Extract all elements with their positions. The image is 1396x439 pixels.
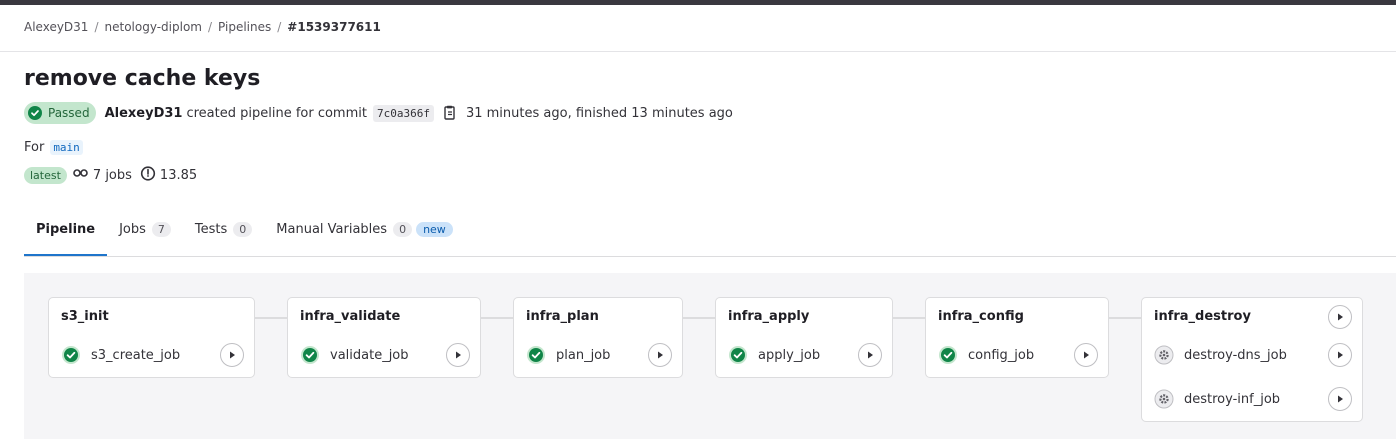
tab-label: Tests xyxy=(194,222,228,237)
duration-label: 13.85 xyxy=(159,167,198,183)
stage-connector xyxy=(255,317,287,319)
stage-infra-plan: infra_plan plan_job xyxy=(513,297,683,378)
play-icon[interactable] xyxy=(220,343,244,367)
pipeline-icon xyxy=(73,167,93,183)
status-success-icon xyxy=(300,345,320,365)
status-success-icon xyxy=(938,345,958,365)
jobs-count: 7 jobs xyxy=(73,167,132,183)
stage-title: infra_destroy xyxy=(1154,309,1251,324)
branch-link[interactable]: main xyxy=(50,139,83,155)
stage-title: infra_validate xyxy=(300,309,401,324)
breadcrumb-item-pipelines[interactable]: Pipelines xyxy=(218,20,271,34)
tab-label: Pipeline xyxy=(36,222,96,237)
job-name: plan_job xyxy=(556,347,611,363)
breadcrumb-separator: / xyxy=(277,20,282,34)
timer-icon xyxy=(140,165,160,185)
pipeline-timing: 31 minutes ago, finished 13 minutes ago xyxy=(465,105,733,121)
job-destroy-dns[interactable]: destroy-dns_job xyxy=(1154,342,1352,368)
breadcrumb-item-current[interactable]: #1539377611 xyxy=(287,20,381,34)
commit-sha[interactable]: 7c0a366f xyxy=(372,104,434,122)
created-text: created pipeline for commit xyxy=(186,105,367,121)
status-success-icon xyxy=(61,345,81,365)
job-s3-create[interactable]: s3_create_job xyxy=(61,342,244,368)
tab-manual-variables[interactable]: Manual Variables 0 new xyxy=(264,214,465,256)
tab-pipeline[interactable]: Pipeline xyxy=(24,214,108,256)
play-icon[interactable] xyxy=(1328,387,1352,411)
tab-count: 0 xyxy=(233,222,253,237)
stage-connector xyxy=(1109,317,1141,319)
stage-title: infra_apply xyxy=(728,309,810,324)
job-name: destroy-inf_job xyxy=(1184,391,1281,407)
for-label: For xyxy=(24,139,45,155)
stage-infra-destroy: infra_destroy destroy-dns_job destroy-in… xyxy=(1141,297,1363,422)
job-apply[interactable]: apply_job xyxy=(728,342,882,368)
top-bar xyxy=(0,0,1396,5)
play-icon[interactable] xyxy=(648,343,672,367)
stage-s3-init: s3_init s3_create_job xyxy=(48,297,255,378)
job-name: config_job xyxy=(968,347,1035,363)
pipeline-meta: Passed AlexeyD31 created pipeline for co… xyxy=(24,102,733,124)
job-plan[interactable]: plan_job xyxy=(526,342,672,368)
status-success-icon xyxy=(526,345,546,365)
job-name: s3_create_job xyxy=(91,347,181,363)
author-link[interactable]: AlexeyD31 xyxy=(105,106,183,121)
duration: 13.85 xyxy=(140,165,197,185)
copy-icon[interactable] xyxy=(442,105,456,121)
stage-infra-validate: infra_validate validate_job xyxy=(287,297,481,378)
status-manual-gear-icon xyxy=(1154,389,1174,409)
tabs-divider xyxy=(24,256,1396,257)
status-manual-gear-icon xyxy=(1154,345,1174,365)
status-badge[interactable]: Passed xyxy=(24,102,96,124)
breadcrumb: AlexeyD31 / netology-diplom / Pipelines / #153… xyxy=(24,20,381,34)
job-config[interactable]: config_job xyxy=(938,342,1098,368)
stage-title: infra_plan xyxy=(526,309,599,324)
stage-title: infra_config xyxy=(938,309,1024,324)
play-icon[interactable] xyxy=(1074,343,1098,367)
tab-label: Manual Variables xyxy=(276,222,388,237)
check-circle-icon xyxy=(28,106,42,120)
jobs-count-label: 7 jobs xyxy=(92,167,132,183)
breadcrumb-item-user[interactable]: AlexeyD31 xyxy=(24,20,88,34)
tab-label: Jobs xyxy=(119,222,146,237)
new-badge: new xyxy=(416,222,453,237)
job-name: validate_job xyxy=(330,347,409,363)
ref-row: For main xyxy=(24,138,83,156)
breadcrumb-item-project[interactable]: netology-diplom xyxy=(105,20,202,34)
job-validate[interactable]: validate_job xyxy=(300,342,470,368)
tab-jobs[interactable]: Jobs 7 xyxy=(107,214,183,256)
tab-count: 0 xyxy=(393,222,413,237)
latest-badge: latest xyxy=(24,166,67,184)
status-label: Passed xyxy=(48,106,90,120)
pipeline-tabs: Pipeline Jobs 7 Tests 0 Manual Variables… xyxy=(24,214,465,256)
play-icon[interactable] xyxy=(446,343,470,367)
stage-infra-apply: infra_apply apply_job xyxy=(715,297,893,378)
play-all-icon[interactable] xyxy=(1328,305,1352,329)
breadcrumb-separator: / xyxy=(94,20,99,34)
status-success-icon xyxy=(728,345,748,365)
stage-connector xyxy=(683,317,715,319)
stage-title: s3_init xyxy=(61,309,109,324)
tab-count: 7 xyxy=(151,222,171,237)
play-icon[interactable] xyxy=(858,343,882,367)
stage-connector xyxy=(893,317,925,319)
tab-tests[interactable]: Tests 0 xyxy=(183,214,264,256)
pipeline-stats: latest 7 jobs 13.85 xyxy=(24,165,205,185)
header-divider xyxy=(0,51,1396,52)
stage-infra-config: infra_config config_job xyxy=(925,297,1109,378)
job-name: apply_job xyxy=(758,347,821,363)
job-name: destroy-dns_job xyxy=(1184,347,1287,363)
stage-connector xyxy=(481,317,513,319)
page-title: remove cache keys xyxy=(24,66,261,91)
job-destroy-inf[interactable]: destroy-inf_job xyxy=(1154,386,1352,412)
play-icon[interactable] xyxy=(1328,343,1352,367)
breadcrumb-separator: / xyxy=(207,20,213,34)
